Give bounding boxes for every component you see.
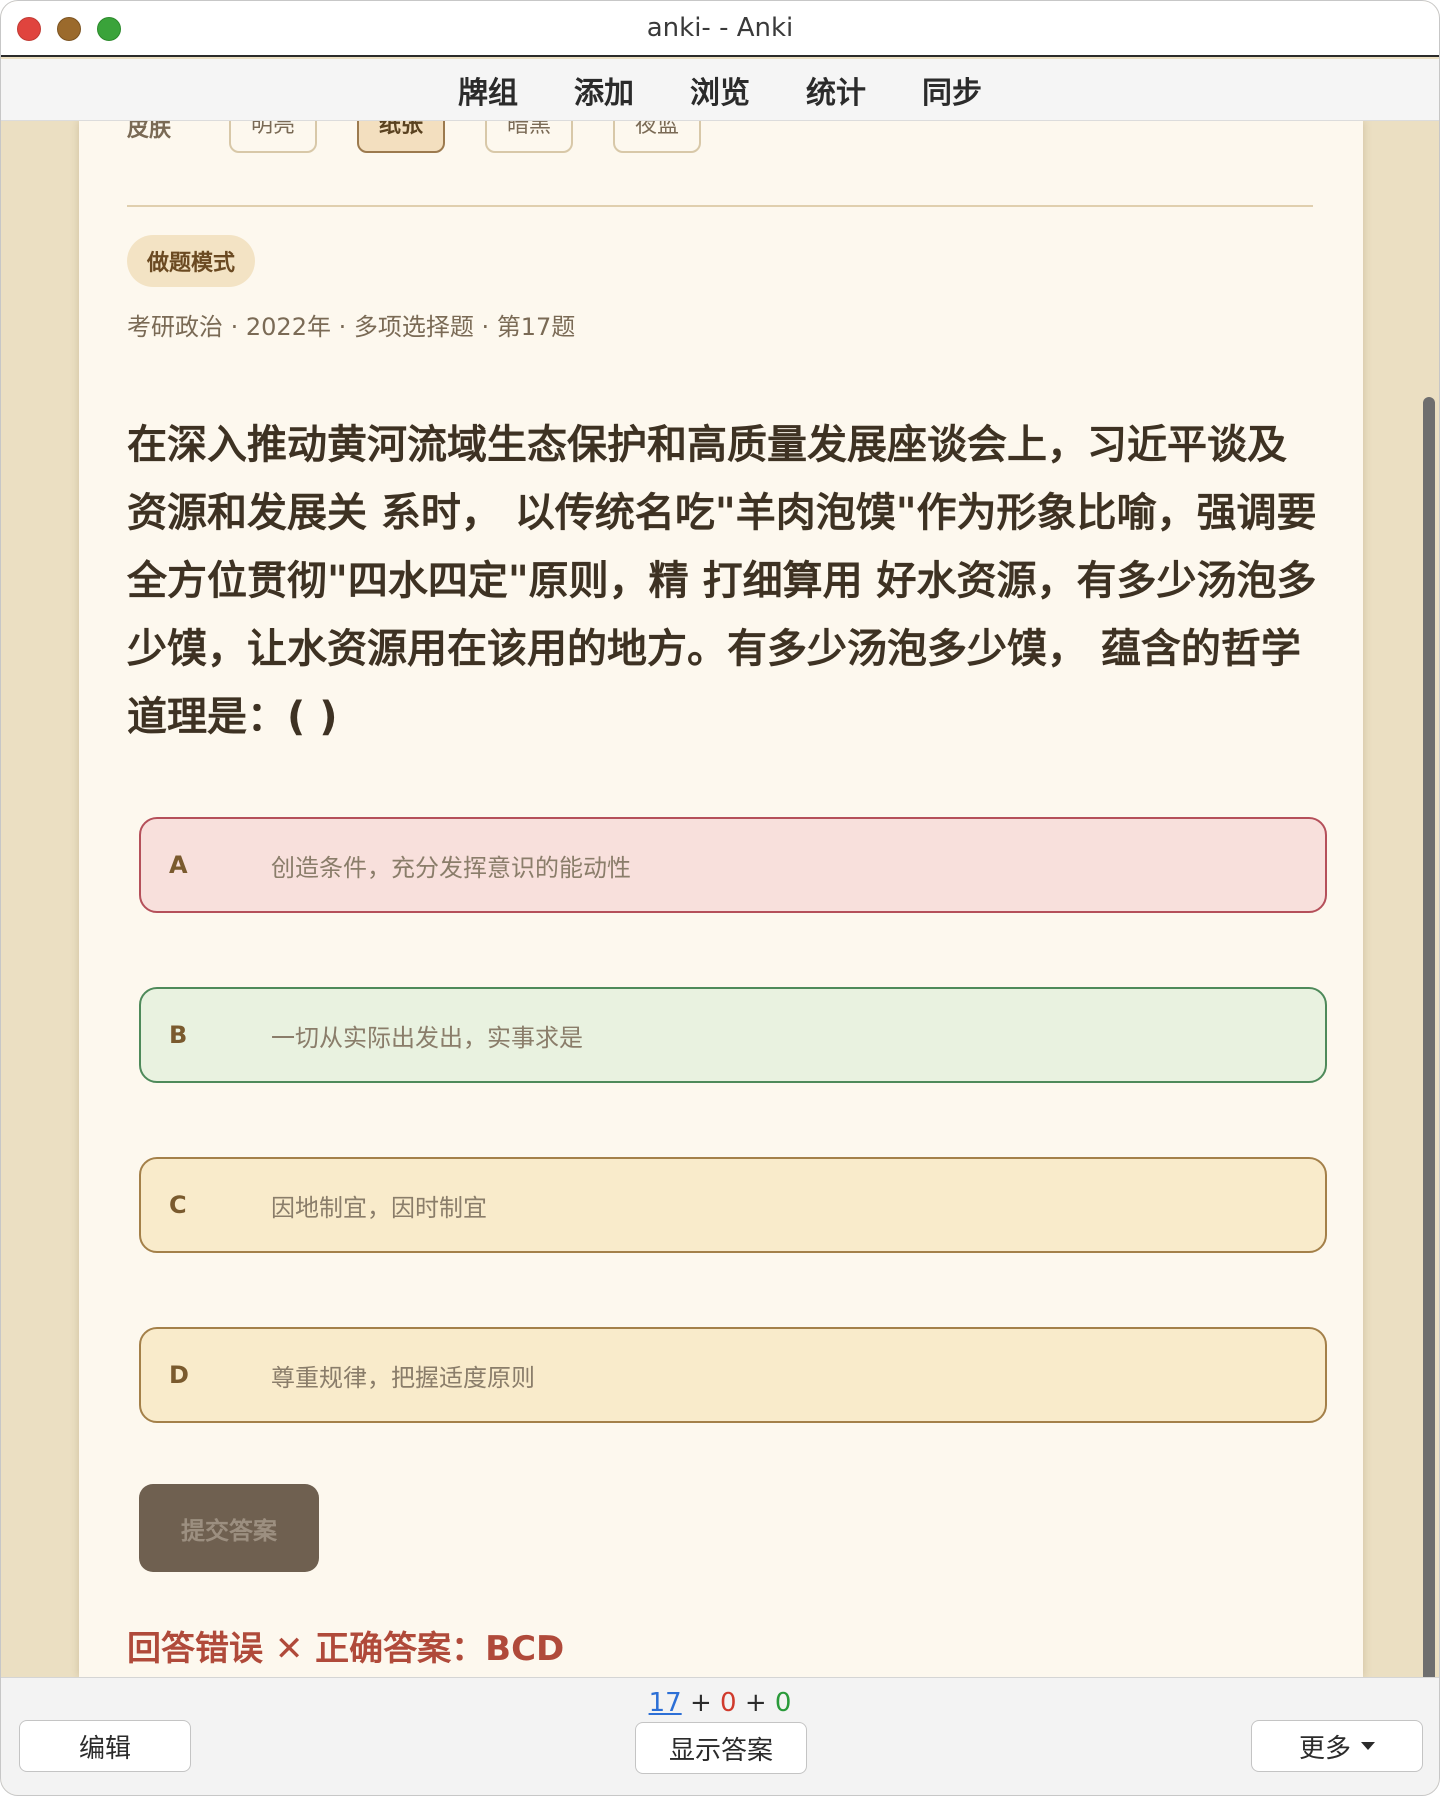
- option-text: 尊重规律，把握适度原则: [271, 1363, 535, 1392]
- option-text: 创造条件，充分发挥意识的能动性: [271, 853, 631, 882]
- option-text: 因地制宜，因时制宜: [271, 1193, 487, 1222]
- anki-window: anki- - Anki 牌组 添加 浏览 统计 同步 皮肤 明亮 纸张 暗黑 …: [0, 0, 1440, 1796]
- toolbar-decks[interactable]: 牌组: [458, 68, 518, 112]
- count-separator: +: [744, 1688, 767, 1718]
- more-button[interactable]: 更多: [1251, 1720, 1423, 1772]
- skin-dark-button[interactable]: 暗黑: [485, 121, 574, 153]
- divider: [127, 205, 1313, 207]
- question-card: 皮肤 明亮 纸张 暗黑 夜蓝 做题模式 考研政治 · 2022年 · 多项选择题…: [79, 121, 1363, 1677]
- learn-count: 0: [720, 1688, 737, 1718]
- edit-button[interactable]: 编辑: [19, 1720, 191, 1772]
- more-label: 更多: [1298, 1733, 1351, 1764]
- toolbar-sync[interactable]: 同步: [922, 68, 982, 112]
- close-window-icon[interactable]: [17, 17, 41, 41]
- review-area: 皮肤 明亮 纸张 暗黑 夜蓝 做题模式 考研政治 · 2022年 · 多项选择题…: [1, 121, 1439, 1677]
- zoom-window-icon[interactable]: [97, 17, 121, 41]
- option-letter: D: [169, 1361, 189, 1389]
- window-title: anki- - Anki: [646, 13, 794, 43]
- title-bar: anki- - Anki: [1, 1, 1439, 57]
- skin-selector: 皮肤 明亮 纸张 暗黑 夜蓝: [127, 121, 741, 153]
- question-text: 在深入推动黄河流域生态保护和高质量发展座谈会上，习近平谈及资源和发展关 系时， …: [127, 422, 1317, 740]
- question-meta: 考研政治 · 2022年 · 多项选择题 · 第17题: [127, 313, 576, 341]
- option-text: 一切从实际出发出，实事求是: [271, 1023, 583, 1052]
- answer-result: 回答错误 ✕ 正确答案：BCD: [127, 1629, 565, 1669]
- review-count: 0: [774, 1688, 792, 1718]
- toolbar-stats[interactable]: 统计: [806, 68, 866, 112]
- mode-badge: 做题模式: [127, 235, 256, 287]
- edit-label: 编辑: [78, 1733, 131, 1764]
- option-d[interactable]: D 尊重规律，把握适度原则: [139, 1327, 1327, 1423]
- main-toolbar: 牌组 添加 浏览 统计 同步: [1, 59, 1439, 121]
- option-letter: B: [169, 1021, 188, 1049]
- window-controls: [17, 17, 121, 41]
- new-count[interactable]: 17: [649, 1688, 682, 1718]
- show-answer-button[interactable]: 显示答案: [635, 1722, 807, 1774]
- option-c[interactable]: C 因地制宜，因时制宜: [139, 1157, 1327, 1253]
- submit-answer-button[interactable]: 提交答案: [139, 1484, 319, 1572]
- option-b[interactable]: B 一切从实际出发出，实事求是: [139, 987, 1327, 1083]
- count-separator: +: [689, 1688, 712, 1718]
- scrollbar[interactable]: [1423, 397, 1435, 1677]
- toolbar-browse[interactable]: 浏览: [690, 68, 750, 112]
- chevron-down-icon: [1361, 1742, 1375, 1750]
- show-answer-label: 显示答案: [668, 1735, 773, 1766]
- skin-paper-button[interactable]: 纸张: [357, 121, 446, 153]
- option-letter: A: [169, 851, 188, 879]
- option-letter: C: [169, 1191, 187, 1219]
- option-a[interactable]: A 创造条件，充分发挥意识的能动性: [139, 817, 1327, 913]
- skin-label: 皮肤: [127, 121, 172, 142]
- due-counts: 17 + 0 + 0: [1, 1688, 1439, 1718]
- toolbar-add[interactable]: 添加: [574, 68, 634, 112]
- skin-light-button[interactable]: 明亮: [229, 121, 318, 153]
- bottom-bar: 17 + 0 + 0 编辑 显示答案 更多: [1, 1677, 1439, 1795]
- skin-night-blue-button[interactable]: 夜蓝: [613, 121, 702, 153]
- minimize-window-icon[interactable]: [57, 17, 81, 41]
